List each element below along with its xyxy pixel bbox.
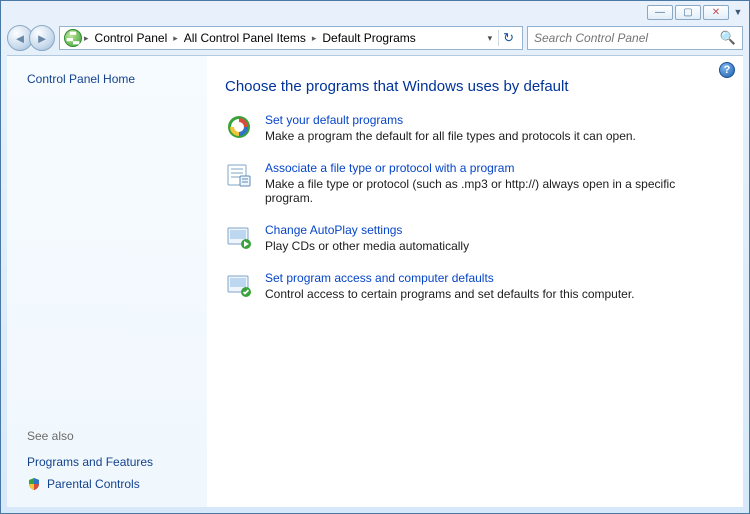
option-description: Make a program the default for all file … bbox=[265, 129, 636, 143]
set-default-programs-link[interactable]: Set your default programs bbox=[265, 113, 636, 127]
breadcrumb-all-items[interactable]: All Control Panel Items bbox=[178, 31, 312, 45]
window-menu-caret-icon[interactable]: ▼ bbox=[731, 7, 745, 17]
minimize-button[interactable]: — bbox=[647, 5, 673, 20]
address-bar[interactable]: ▸ Control Panel ▸ All Control Panel Item… bbox=[59, 26, 523, 50]
breadcrumb-control-panel[interactable]: Control Panel bbox=[89, 31, 174, 45]
search-input[interactable] bbox=[534, 31, 720, 45]
option-description: Play CDs or other media automatically bbox=[265, 239, 469, 253]
change-autoplay-settings-link[interactable]: Change AutoPlay settings bbox=[265, 223, 469, 237]
sidebar: Control Panel Home See also Programs and… bbox=[7, 56, 207, 507]
option-description: Control access to certain programs and s… bbox=[265, 287, 635, 301]
control-panel-home-link[interactable]: Control Panel Home bbox=[27, 72, 195, 86]
search-icon[interactable]: 🔍 bbox=[720, 30, 736, 46]
control-panel-window: — ▢ ✕ ▼ ◄ ► ▸ Control Panel ▸ All Contro… bbox=[0, 0, 750, 514]
autoplay-icon bbox=[225, 223, 253, 251]
parental-controls-link[interactable]: Parental Controls bbox=[27, 477, 195, 491]
refresh-icon[interactable]: ↻ bbox=[498, 30, 518, 46]
titlebar: — ▢ ✕ ▼ bbox=[1, 1, 749, 21]
see-also-label: See also bbox=[27, 429, 195, 443]
content-area: ? Control Panel Home See also Programs a… bbox=[7, 55, 743, 507]
associate-file-type-link[interactable]: Associate a file type or protocol with a… bbox=[265, 161, 721, 175]
option-description: Make a file type or protocol (such as .m… bbox=[265, 177, 721, 205]
forward-button[interactable]: ► bbox=[29, 25, 55, 51]
set-program-access-link[interactable]: Set program access and computer defaults bbox=[265, 271, 635, 285]
option-set-default-programs: Set your default programs Make a program… bbox=[225, 113, 721, 143]
main-panel: Choose the programs that Windows uses by… bbox=[207, 56, 743, 507]
page-title: Choose the programs that Windows uses by… bbox=[225, 78, 721, 95]
program-access-icon bbox=[225, 271, 253, 299]
shield-icon bbox=[27, 477, 41, 491]
close-button[interactable]: ✕ bbox=[703, 5, 729, 20]
associate-icon bbox=[225, 161, 253, 189]
option-associate-file-type: Associate a file type or protocol with a… bbox=[225, 161, 721, 205]
sidebar-link-label: Programs and Features bbox=[27, 455, 153, 469]
breadcrumb-default-programs[interactable]: Default Programs bbox=[316, 31, 421, 45]
default-programs-icon bbox=[225, 113, 253, 141]
nav-buttons: ◄ ► bbox=[7, 25, 55, 51]
toolbar: ◄ ► ▸ Control Panel ▸ All Control Panel … bbox=[1, 21, 749, 55]
option-autoplay-settings: Change AutoPlay settings Play CDs or oth… bbox=[225, 223, 721, 253]
history-dropdown-icon[interactable]: ▾ bbox=[484, 33, 497, 44]
control-panel-icon bbox=[64, 29, 82, 47]
maximize-button[interactable]: ▢ bbox=[675, 5, 701, 20]
search-box[interactable]: 🔍 bbox=[527, 26, 743, 50]
programs-and-features-link[interactable]: Programs and Features bbox=[27, 455, 195, 469]
sidebar-link-label: Parental Controls bbox=[47, 477, 140, 491]
option-program-access-defaults: Set program access and computer defaults… bbox=[225, 271, 721, 301]
